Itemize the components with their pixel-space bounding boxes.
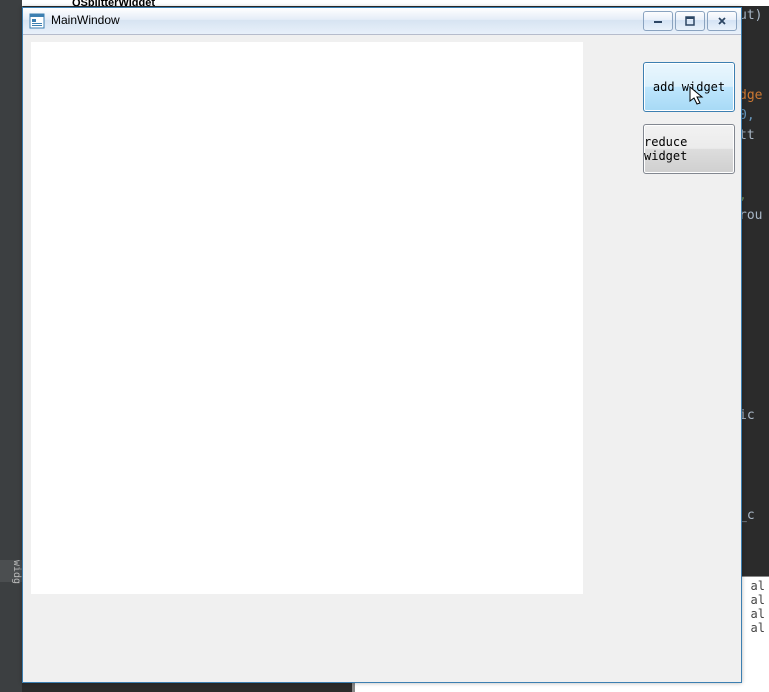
ide-top-fragment: QSplitterWidget xyxy=(22,0,769,6)
minimize-button[interactable] xyxy=(643,11,673,31)
main-window: MainWindow add widget reduce widget xyxy=(22,7,742,683)
canvas-area xyxy=(31,42,583,594)
client-area: add widget reduce widget xyxy=(31,42,733,674)
add-widget-button[interactable]: add widget xyxy=(643,62,735,112)
window-title: MainWindow xyxy=(51,13,120,27)
app-icon xyxy=(29,13,45,29)
maximize-button[interactable] xyxy=(675,11,705,31)
close-button[interactable] xyxy=(707,11,737,31)
ide-left-gutter xyxy=(0,0,23,555)
reduce-widget-button[interactable]: reduce widget xyxy=(643,124,735,174)
ide-left-tab: widg xyxy=(0,560,22,582)
titlebar[interactable]: MainWindow xyxy=(23,8,741,35)
